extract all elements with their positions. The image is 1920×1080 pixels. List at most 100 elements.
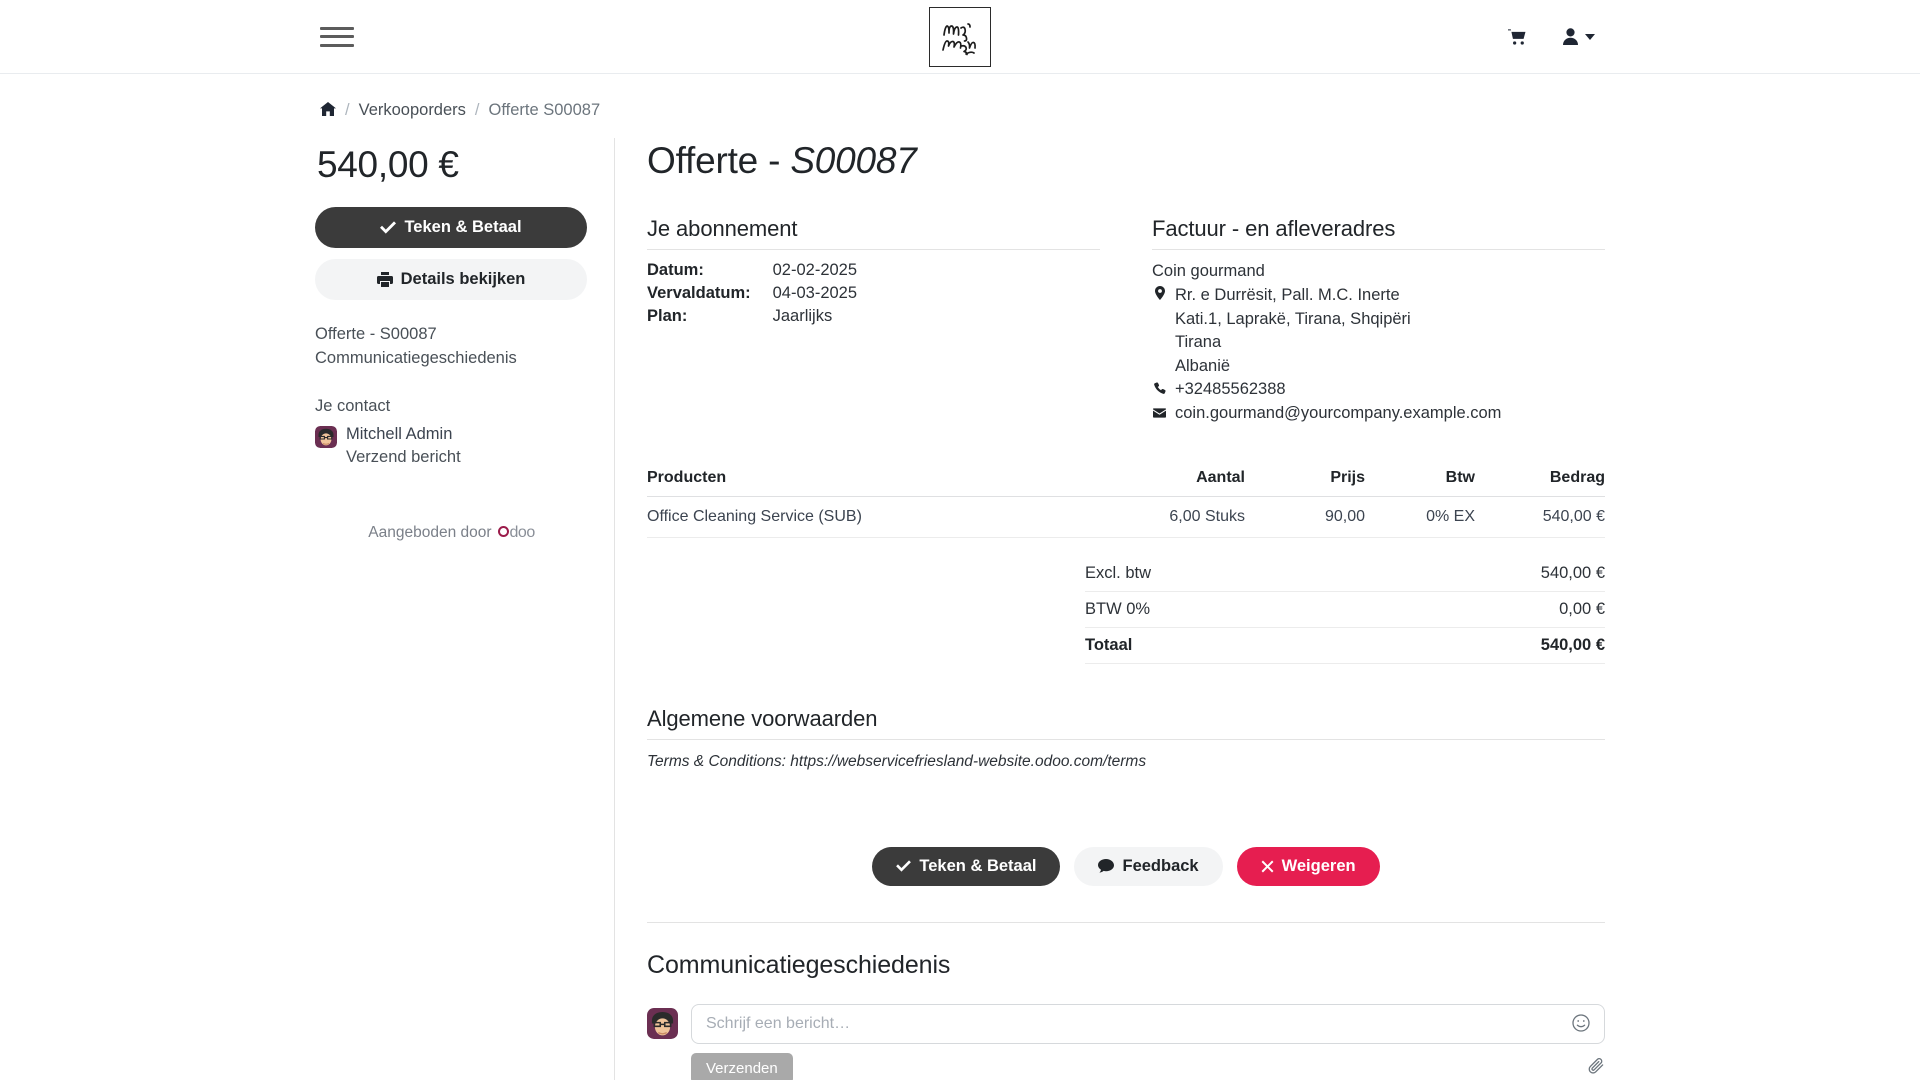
- sign-and-pay-button[interactable]: Teken & Betaal: [872, 846, 1061, 886]
- contact-name: Mitchell Admin: [346, 424, 453, 443]
- hamburger-bar: [320, 35, 354, 38]
- breadcrumb: / Verkooporders / Offerte S00087: [0, 74, 1920, 120]
- top-navbar: [0, 0, 1920, 74]
- check-icon: [380, 221, 397, 234]
- comment-bubble-icon: [1098, 858, 1115, 873]
- breadcrumb-separator: /: [345, 101, 350, 119]
- send-message-button[interactable]: Verzenden: [691, 1052, 793, 1080]
- address-block: Coin gourmand Rr. e Durrësit, Pall. M.C.…: [1152, 260, 1605, 425]
- table-header-row: Producten Aantal Prijs Btw Bedrag: [647, 468, 1605, 497]
- subscription-value: Jaarlijks: [772, 307, 833, 325]
- subscription-key: Plan:: [647, 307, 688, 325]
- user-account-menu[interactable]: [1563, 28, 1595, 45]
- total-label-untaxed: Excl. btw: [1085, 555, 1349, 592]
- subscription-column: Je abonnement Datum: 02-02-2025 Vervalda…: [647, 216, 1100, 425]
- composer-actions: Verzenden: [691, 1052, 1605, 1080]
- email-value: coin.gourmand@yourcompany.example.com: [1175, 402, 1501, 425]
- message-input[interactable]: [692, 1004, 1604, 1043]
- total-label-grand: Totaal: [1085, 627, 1349, 664]
- sidebar-link-quotation[interactable]: Offerte - S00087: [315, 322, 588, 346]
- company-logo[interactable]: [929, 6, 991, 67]
- hamburger-bar: [320, 43, 354, 47]
- table-row: Datum: 02-02-2025: [647, 259, 857, 282]
- order-sidebar: 540,00 € Teken & Betaal Details bekijken…: [315, 138, 615, 1080]
- sign-and-pay-label: Teken & Betaal: [919, 856, 1037, 875]
- sidebar-links: Offerte - S00087 Communicatiegeschiedeni…: [315, 322, 588, 371]
- product-amount: 540,00 €: [1475, 496, 1605, 538]
- chatter-heading: Communicatiegeschiedenis: [647, 950, 951, 979]
- shopping-cart-icon[interactable]: [1508, 28, 1527, 46]
- envelope-icon: [1152, 402, 1167, 425]
- view-details-button[interactable]: Details bekijken: [315, 259, 587, 300]
- address-heading: Factuur - en afleveradres: [1152, 216, 1605, 250]
- feedback-label: Feedback: [1122, 856, 1199, 875]
- table-row: Excl. btw 540,00 €: [1085, 555, 1605, 592]
- paperclip-icon[interactable]: [1588, 1057, 1605, 1079]
- products-table-body: Office Cleaning Service (SUB) 6,00 Stuks…: [647, 496, 1605, 538]
- page-title-prefix: Offerte -: [647, 140, 791, 181]
- subscription-key: Vervaldatum:: [647, 284, 751, 302]
- address-column: Factuur - en afleveradres Coin gourmand …: [1152, 216, 1605, 425]
- col-header-products: Producten: [647, 468, 1105, 497]
- table-row: Vervaldatum: 04-03-2025: [647, 282, 857, 305]
- product-price: 90,00: [1245, 496, 1365, 538]
- products-section: Producten Aantal Prijs Btw Bedrag Office…: [647, 468, 1605, 664]
- info-columns: Je abonnement Datum: 02-02-2025 Vervalda…: [647, 216, 1605, 425]
- order-actions: Teken & Betaal Feedback Weigeren: [647, 846, 1605, 923]
- send-message-link[interactable]: Verzend bericht: [346, 446, 461, 469]
- address-lines: Rr. e Durrësit, Pall. M.C. Inerte Kati.1…: [1175, 284, 1411, 378]
- table-row: Plan: Jaarlijks: [647, 305, 857, 328]
- feedback-button[interactable]: Feedback: [1074, 846, 1223, 886]
- col-header-quantity: Aantal: [1105, 468, 1245, 497]
- printer-icon: [376, 272, 393, 287]
- table-row: Totaal 540,00 €: [1085, 627, 1605, 664]
- composer-main: Verzenden: [691, 1003, 1605, 1080]
- page-title-reference: S00087: [790, 140, 917, 181]
- table-row: BTW 0% 0,00 €: [1085, 591, 1605, 628]
- phone-link[interactable]: +32485562388: [1175, 380, 1286, 398]
- refuse-label: Weigeren: [1281, 856, 1356, 875]
- col-header-amount: Bedrag: [1475, 468, 1605, 497]
- email-link[interactable]: coin.gourmand@yourcompany.example.com: [1175, 404, 1501, 422]
- powered-by-label: Aangeboden door: [368, 523, 492, 541]
- home-icon[interactable]: [320, 102, 336, 119]
- times-icon: [1261, 860, 1274, 873]
- breadcrumb-item-sales-orders[interactable]: Verkooporders: [359, 101, 466, 120]
- address-street2: Kati.1, Laprakë, Tirana, Shqipëri: [1175, 309, 1411, 328]
- breadcrumb-item-current: Offerte S00087: [488, 101, 601, 119]
- product-name: Office Cleaning Service (SUB): [647, 496, 1105, 538]
- powered-by: Aangeboden door doo: [315, 524, 588, 542]
- view-details-label: Details bekijken: [400, 270, 526, 288]
- chevron-down-icon: [1585, 33, 1595, 40]
- hamburger-menu-icon[interactable]: [320, 24, 354, 50]
- refuse-button[interactable]: Weigeren: [1236, 846, 1380, 886]
- odoo-o-icon: [497, 525, 509, 537]
- product-tax: 0% EX: [1365, 496, 1475, 538]
- phone-icon: [1152, 378, 1167, 401]
- address-street-line: Rr. e Durrësit, Pall. M.C. Inerte Kati.1…: [1152, 284, 1605, 378]
- customer-name: Coin gourmand: [1152, 262, 1265, 280]
- smiley-icon[interactable]: [1572, 1014, 1592, 1034]
- odoo-logo[interactable]: doo: [497, 524, 535, 542]
- sign-and-pay-label: Teken & Betaal: [404, 218, 522, 236]
- total-value-untaxed: 540,00 €: [1348, 555, 1605, 592]
- order-content: Offerte - S00087 Je abonnement Datum: 02…: [615, 138, 1605, 1080]
- totals-wrapper: Excl. btw 540,00 € BTW 0% 0,00 € Totaal …: [647, 555, 1605, 664]
- phone-line: +32485562388: [1152, 378, 1605, 401]
- map-pin-icon: [1152, 284, 1167, 378]
- total-value-grand: 540,00 €: [1348, 627, 1605, 664]
- sign-and-pay-button-sidebar[interactable]: Teken & Betaal: [315, 207, 587, 248]
- sidebar-link-communication-history[interactable]: Communicatiegeschiedenis: [315, 346, 588, 370]
- product-quantity: 6,00 Stuks: [1105, 496, 1245, 538]
- order-total-amount: 540,00 €: [317, 144, 459, 185]
- avatar: [315, 425, 337, 448]
- hamburger-bar: [320, 26, 354, 30]
- address-country: Albanië: [1175, 356, 1231, 375]
- terms-section: Algemene voorwaarden Terms & Conditions:…: [647, 706, 1605, 771]
- check-icon: [896, 860, 912, 873]
- subscription-value: 04-03-2025: [772, 284, 858, 302]
- products-table: Producten Aantal Prijs Btw Bedrag Office…: [647, 468, 1605, 538]
- contact-block: Mitchell Admin Verzend bericht: [315, 423, 588, 470]
- page-title: Offerte - S00087: [647, 140, 1605, 182]
- phone-value: +32485562388: [1175, 378, 1286, 401]
